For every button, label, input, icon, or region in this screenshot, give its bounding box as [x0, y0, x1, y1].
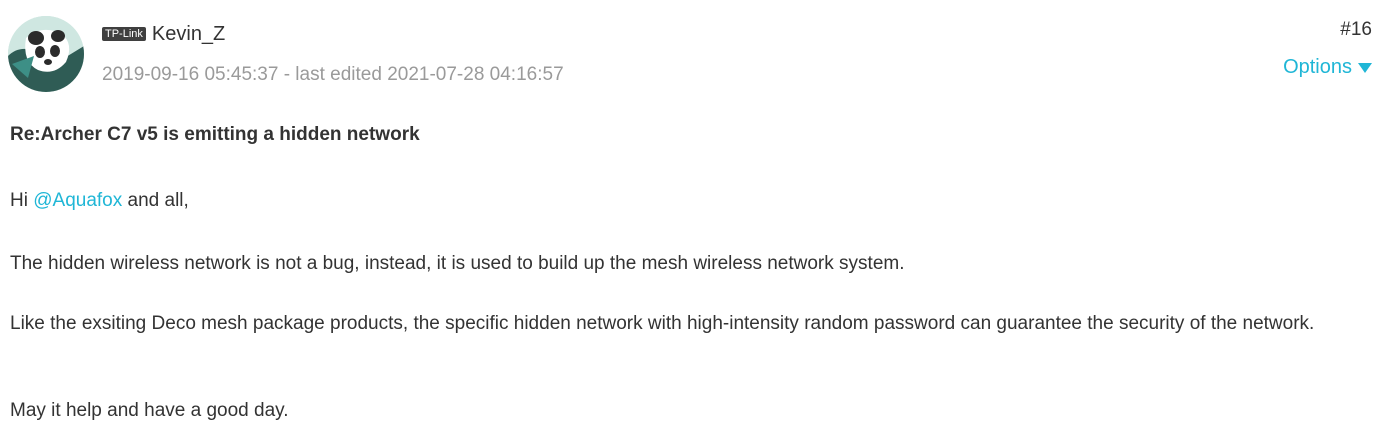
greeting-prefix: Hi [10, 190, 34, 211]
brand-badge: TP-Link [102, 27, 146, 41]
caret-down-icon [1358, 62, 1372, 73]
greeting-suffix: and all, [122, 190, 189, 211]
post-paragraph: Like the exsiting Deco mesh package prod… [10, 313, 1315, 334]
mention-link[interactable]: @Aquafox [33, 190, 122, 211]
panda-avatar-icon[interactable] [8, 16, 84, 92]
post-paragraph: May it help and have a good day. [10, 400, 289, 421]
forum-post: TP-Link Kevin_Z 2019-09-16 05:45:37 - la… [0, 0, 1399, 434]
author-line: TP-Link Kevin_Z [102, 20, 225, 48]
author-name-link[interactable]: Kevin_Z [152, 23, 225, 46]
options-dropdown[interactable]: Options [1283, 56, 1372, 79]
post-paragraph: The hidden wireless network is not a bug… [10, 253, 905, 274]
post-subject: Re:Archer C7 v5 is emitting a hidden net… [10, 124, 420, 145]
post-timestamp: 2019-09-16 05:45:37 - last edited 2021-0… [102, 64, 564, 85]
options-label: Options [1283, 56, 1352, 78]
post-number[interactable]: #16 [1340, 19, 1372, 41]
post-greeting: Hi @Aquafox and all, [10, 186, 1380, 216]
